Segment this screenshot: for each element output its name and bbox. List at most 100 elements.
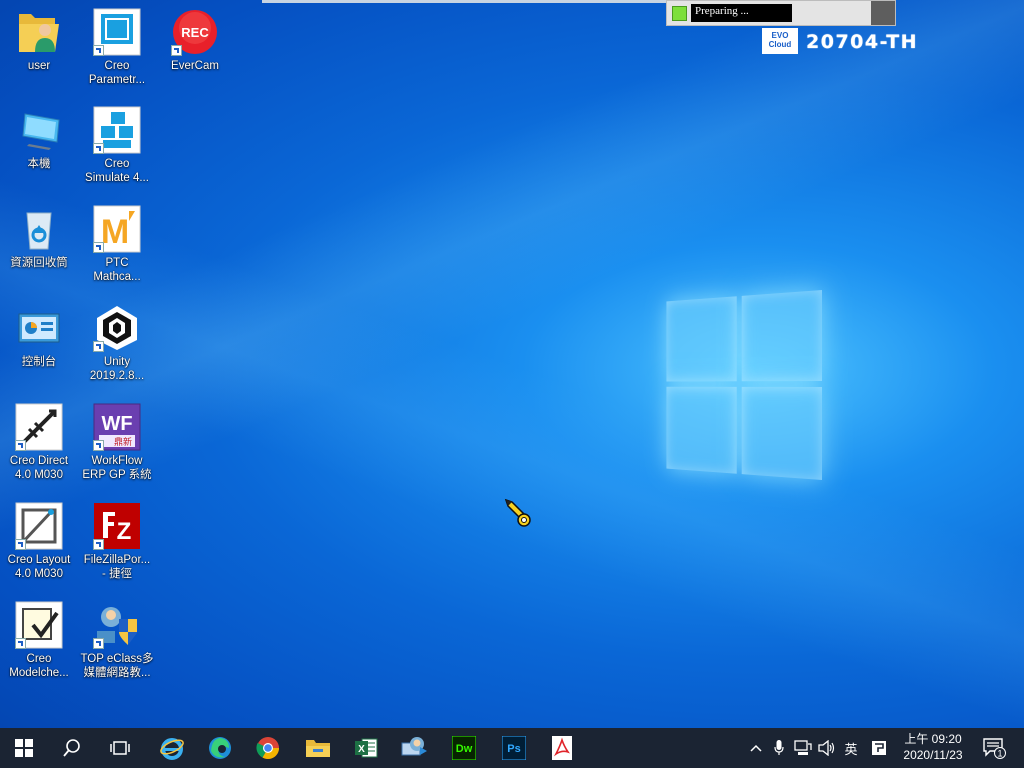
dreamweaver-badge: Dw (456, 743, 473, 755)
desktop-icon-ptc-mathcad[interactable]: M PTC Mathca... (78, 205, 156, 284)
edge-icon (209, 737, 231, 759)
taskbar-photoshop[interactable]: Ps (490, 728, 538, 768)
user-folder-icon (15, 8, 63, 56)
taskbar-internet-explorer[interactable] (148, 728, 196, 768)
desktop-icon-user[interactable]: user (0, 8, 78, 73)
preparing-progress-window: Preparing ... (666, 0, 896, 26)
desktop-icon-label: Creo Layout 4.0 M030 (7, 554, 71, 580)
desktop-icon-label: Creo Direct 4.0 M030 (9, 455, 69, 481)
desktop-icon-evercam[interactable]: REC EverCam (156, 8, 234, 73)
shortcut-arrow-icon (15, 440, 26, 451)
shortcut-arrow-icon (15, 539, 26, 550)
network-tray[interactable] (792, 728, 814, 768)
clock-date: 2020/11/23 (903, 748, 963, 762)
desktop-icon-label: 資源回收筒 (10, 257, 68, 269)
shortcut-arrow-icon (93, 341, 104, 352)
speaker-icon (818, 740, 835, 756)
ime-indicator[interactable]: 英 (840, 728, 862, 768)
acrobat-icon (552, 736, 572, 760)
desktop-icon-label: user (27, 60, 51, 72)
pencil-cursor-icon (504, 498, 534, 530)
evercam-icon: REC (171, 8, 219, 56)
desktop-icon-creo-modelcheck[interactable]: Creo Modelche... (0, 601, 78, 680)
filezilla-badge-text: Z (117, 518, 132, 545)
creo-simulate-icon (93, 106, 141, 154)
clock-time: 上午 09:20 (904, 732, 962, 746)
ime-mode-tray[interactable] (868, 728, 890, 768)
progress-text: Preparing ... (691, 4, 792, 22)
desktop-icon-top-eclass[interactable]: TOP eClass多 媒體網路教... (78, 601, 156, 680)
volume-tray[interactable] (816, 728, 838, 768)
desktop-icon-creo-layout[interactable]: Creo Layout 4.0 M030 (0, 502, 78, 581)
hostname-label: 20704-TH (806, 31, 919, 53)
creo-parametric-icon (93, 8, 141, 56)
shortcut-arrow-icon (93, 539, 104, 550)
task-view-button[interactable] (96, 728, 144, 768)
evo-cloud-logo: EVO Cloud (762, 28, 798, 54)
desktop-icon-label: 本機 (27, 158, 51, 170)
excel-icon: X (355, 738, 378, 758)
taskbar-dreamweaver[interactable]: Dw (440, 728, 488, 768)
desktop-icon-label: FileZillaPor... - 捷徑 (83, 554, 151, 580)
ptc-mathcad-icon: M (93, 205, 141, 253)
top-remote-bar (262, 0, 667, 3)
progress-window-close-area[interactable] (871, 1, 895, 25)
start-button[interactable] (0, 728, 48, 768)
shortcut-arrow-icon (171, 45, 182, 56)
file-explorer-icon (306, 740, 330, 757)
shortcut-arrow-icon (93, 45, 104, 56)
recycle-bin-icon (15, 205, 63, 253)
internet-explorer-icon (160, 738, 184, 760)
remote-app-icon (401, 737, 427, 756)
notification-count: 1 (997, 749, 1002, 759)
desktop-icon-this-pc[interactable]: 本機 (0, 106, 78, 171)
taskbar-edge[interactable] (196, 728, 244, 768)
taskbar-acrobat[interactable] (538, 728, 586, 768)
control-panel-icon (15, 304, 63, 352)
desktop-icon-label: Creo Parametr... (88, 60, 146, 86)
progress-indicator-icon (672, 6, 687, 21)
photoshop-icon: Ps (502, 736, 526, 760)
workflow-sub-badge: 鼎新 (114, 436, 132, 448)
desktop-icon-filezilla[interactable]: Z FileZillaPor... - 捷徑 (78, 502, 156, 581)
microphone-tray[interactable] (768, 728, 790, 768)
desktop-icon-creo-simulate[interactable]: Creo Simulate 4... (78, 106, 156, 185)
network-icon (794, 740, 812, 755)
desktop-icon-creo-direct[interactable]: Creo Direct 4.0 M030 (0, 403, 78, 482)
mathcad-badge-text: M (101, 213, 129, 251)
workflow-badge-text: WF (101, 413, 132, 435)
taskbar-file-explorer[interactable] (294, 728, 342, 768)
search-icon (63, 739, 80, 757)
shortcut-arrow-icon (93, 242, 104, 253)
show-hidden-icons-button[interactable] (746, 728, 766, 768)
search-button[interactable] (48, 728, 96, 768)
desktop-icon-label: Creo Modelche... (9, 653, 69, 679)
desktop-icon-creo-parametric[interactable]: Creo Parametr... (78, 8, 156, 87)
desktop-icon-workflow-erp[interactable]: WF 鼎新 WorkFlow ERP GP 系統 (78, 403, 156, 482)
desktop-icon-label: EverCam (171, 60, 219, 72)
desktop-icon-control-panel[interactable]: 控制台 (0, 304, 78, 369)
shortcut-arrow-icon (93, 440, 104, 451)
filezilla-icon: Z (93, 502, 141, 550)
this-pc-icon (15, 106, 63, 154)
taskbar-excel[interactable]: X (342, 728, 390, 768)
creo-direct-icon (15, 403, 63, 451)
task-view-icon (110, 741, 130, 755)
notification-center-button[interactable]: 1 (974, 728, 1014, 768)
system-clock[interactable]: 上午 09:20 2020/11/23 (898, 731, 968, 763)
taskbar-remote-app[interactable] (390, 728, 438, 768)
shortcut-arrow-icon (93, 638, 104, 649)
desktop-icon-unity[interactable]: Unity 2019.2.8... (78, 304, 156, 383)
workflow-erp-icon: WF 鼎新 (93, 403, 141, 451)
photoshop-badge: Ps (507, 743, 520, 755)
desktop-icon-recycle-bin[interactable]: 資源回收筒 (0, 205, 78, 270)
chrome-icon (256, 737, 279, 759)
top-eclass-icon (93, 601, 141, 649)
shortcut-arrow-icon (93, 143, 104, 154)
creo-modelcheck-icon (15, 601, 63, 649)
taskbar-chrome[interactable] (244, 728, 292, 768)
desktop-icon-label: 控制台 (21, 356, 57, 368)
desktop-icon-label: Unity 2019.2.8... (89, 356, 145, 382)
unity-icon (93, 304, 141, 352)
windows-logo-wallpaper (666, 290, 822, 480)
